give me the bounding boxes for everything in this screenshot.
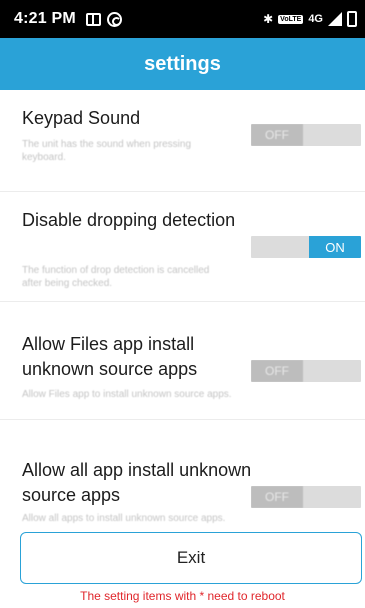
setting-title: Allow all app install unknown source app… — [22, 460, 252, 505]
signal-icon — [328, 12, 342, 26]
sync-icon — [106, 11, 122, 27]
bluetooth-icon: ✱ — [263, 12, 274, 26]
battery-icon — [347, 11, 357, 27]
setting-title: Allow Files app install unknown source a… — [22, 334, 198, 379]
toggle-state: OFF — [251, 124, 303, 146]
status-right-icons: ✱ VoLTE 4G — [263, 11, 357, 27]
all-unknown-sources-toggle[interactable]: OFF — [251, 486, 361, 508]
volte-badge: VoLTE — [278, 14, 304, 24]
reboot-note: The setting items with * need to reboot — [80, 589, 285, 603]
status-bar: 4:21 PM ✱ VoLTE 4G — [0, 0, 365, 38]
files-unknown-sources-toggle[interactable]: OFF — [251, 360, 361, 382]
setting-description: The function of drop detection is cancel… — [22, 265, 210, 289]
toggle-state: OFF — [251, 486, 303, 508]
exit-button[interactable]: Exit — [20, 532, 362, 584]
app-header: settings — [0, 38, 365, 90]
setting-title: Keypad Sound — [22, 108, 141, 128]
keypad-sound-toggle[interactable]: OFF — [251, 124, 361, 146]
page-title: settings — [144, 52, 221, 75]
setting-row-dropping-detection: Disable dropping detection The function … — [0, 192, 365, 302]
dropping-detection-toggle[interactable]: ON — [251, 236, 361, 258]
setting-title: Disable dropping detection — [22, 210, 236, 230]
network-type: 4G — [308, 13, 323, 25]
setting-description: Allow all apps to install unknown source… — [22, 513, 226, 524]
setting-row-files-unknown-sources: Allow Files app install unknown source a… — [0, 302, 365, 420]
setting-row-all-unknown-sources: Allow all app install unknown source app… — [0, 420, 365, 527]
setting-description: The unit has the sound when pressing key… — [22, 139, 191, 163]
status-time: 4:21 PM — [14, 10, 76, 27]
toggle-state: OFF — [251, 360, 303, 382]
setting-description: Allow Files app to install unknown sourc… — [22, 389, 232, 400]
setting-row-keypad-sound: Keypad Sound The unit has the sound when… — [0, 90, 365, 192]
status-left-icons — [85, 11, 122, 27]
toggle-state: ON — [309, 236, 361, 258]
settings-list[interactable]: Keypad Sound The unit has the sound when… — [0, 90, 365, 527]
notification-icon — [85, 12, 101, 26]
